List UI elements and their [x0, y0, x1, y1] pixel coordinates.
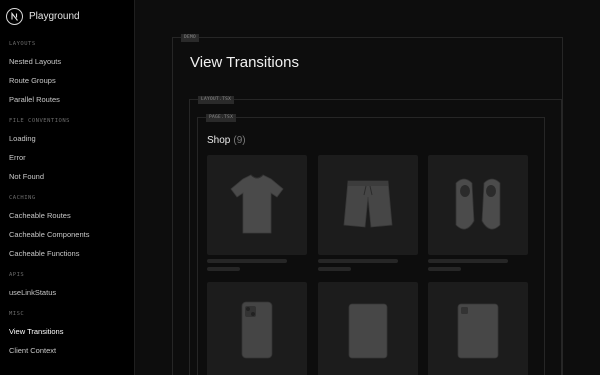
layout-label: LAYOUT.TSX	[198, 96, 235, 104]
demo-label: DEMO	[181, 34, 200, 42]
skeleton-line	[207, 267, 240, 271]
section-title-file-conventions: FILE CONVENTIONS	[9, 118, 70, 124]
product-card[interactable]	[207, 282, 307, 375]
shop-count: (9)	[233, 135, 246, 146]
sidebar-item-cacheable-routes[interactable]: Cacheable Routes	[9, 211, 71, 220]
tshirt-icon	[230, 174, 284, 234]
shop-heading: Shop (9)	[207, 135, 246, 146]
nextjs-logo-icon	[6, 7, 23, 25]
skeleton-line	[318, 259, 398, 263]
product-card[interactable]	[318, 155, 418, 255]
app-name: Playground	[29, 10, 80, 22]
sidebar-item-cacheable-functions[interactable]: Cacheable Functions	[9, 249, 79, 258]
section-title-misc: MISC	[9, 311, 25, 317]
phone-icon	[241, 301, 273, 359]
skeleton-line	[428, 259, 508, 263]
main-content: DEMO View Transitions LAYOUT.TSX PAGE.TS…	[135, 0, 600, 375]
skeleton-line	[207, 259, 287, 263]
product-card[interactable]	[428, 155, 528, 255]
tablet-icon	[348, 303, 388, 359]
sidebar-item-cacheable-components[interactable]: Cacheable Components	[9, 230, 89, 239]
sidebar-item-view-transitions[interactable]: View Transitions	[9, 327, 63, 336]
sidebar-item-uselinkstatus[interactable]: useLinkStatus	[9, 288, 56, 297]
sidebar-item-nested-layouts[interactable]: Nested Layouts	[9, 57, 61, 66]
product-card[interactable]	[207, 155, 307, 255]
shop-title: Shop	[207, 135, 231, 146]
sidebar-item-client-context[interactable]: Client Context	[9, 346, 56, 355]
sidebar-item-parallel-routes[interactable]: Parallel Routes	[9, 95, 60, 104]
skeleton-line	[318, 267, 351, 271]
sidebar-item-loading[interactable]: Loading	[9, 134, 36, 143]
section-title-apis: APIS	[9, 272, 25, 278]
skeleton-line	[428, 267, 461, 271]
page-label: PAGE.TSX	[206, 114, 237, 122]
sidebar-item-route-groups[interactable]: Route Groups	[9, 76, 56, 85]
page-title: View Transitions	[190, 54, 299, 71]
section-title-layouts: LAYOUTS	[9, 41, 36, 47]
brand[interactable]: Playground	[6, 6, 80, 26]
product-card[interactable]	[318, 282, 418, 375]
shorts-icon	[343, 180, 393, 228]
section-title-caching: CACHING	[9, 195, 36, 201]
sidebar-item-error[interactable]: Error	[9, 153, 26, 162]
sidebar: Playground LAYOUTS Nested Layouts Route …	[0, 0, 135, 375]
sidebar-item-not-found[interactable]: Not Found	[9, 172, 44, 181]
product-card[interactable]	[428, 282, 528, 375]
tablet-icon	[457, 303, 499, 359]
sneakers-icon	[455, 178, 501, 230]
